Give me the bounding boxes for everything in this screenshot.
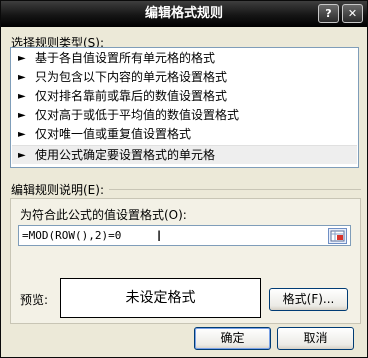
- rule-type-item-label: 基于各自值设置所有单元格的格式: [35, 51, 216, 65]
- triangle-right-icon: ►: [18, 72, 26, 83]
- cancel-button[interactable]: 取消: [277, 327, 354, 350]
- rule-type-item-selected[interactable]: ► 使用公式确定要设置格式的单元格: [12, 145, 357, 164]
- rule-type-item-label: 仅对高于或低于平均值的数值设置格式: [35, 108, 240, 122]
- rule-type-item[interactable]: ► 仅对唯一值或重复值设置格式: [12, 125, 357, 144]
- rule-type-item-label: 仅对排名靠前或靠后的数值设置格式: [35, 89, 228, 103]
- edit-format-rule-dialog: 编辑格式规则 ? ✕ 选择规则类型(S): ► 基于各自值设置所有单元格的格式 …: [0, 0, 368, 358]
- divider: [109, 189, 361, 190]
- triangle-right-icon: ►: [18, 53, 26, 64]
- title-bar: 编辑格式规则 ? ✕: [1, 1, 367, 27]
- rule-type-item[interactable]: ► 仅对排名靠前或靠后的数值设置格式: [12, 87, 357, 106]
- rule-type-item-label: 仅对唯一值或重复值设置格式: [35, 127, 192, 141]
- format-preview: 未设定格式: [60, 278, 261, 318]
- preview-label: 预览:: [20, 293, 49, 307]
- rule-type-list[interactable]: ► 基于各自值设置所有单元格的格式 ► 只为包含以下内容的单元格设置格式 ► 仅…: [10, 47, 359, 168]
- rule-type-item[interactable]: ► 基于各自值设置所有单元格的格式: [12, 49, 357, 68]
- text-cursor-icon: I: [157, 229, 162, 245]
- range-select-button[interactable]: [328, 228, 347, 244]
- formula-input[interactable]: =MOD(ROW(),2)=0: [18, 225, 351, 246]
- triangle-right-icon: ►: [18, 91, 26, 102]
- close-button[interactable]: ✕: [342, 4, 363, 23]
- triangle-right-icon: ►: [18, 150, 26, 161]
- triangle-right-icon: ►: [18, 129, 26, 140]
- range-select-icon: [330, 230, 345, 242]
- formula-label: 为符合此公式的值设置格式(O):: [20, 208, 187, 222]
- triangle-right-icon: ►: [18, 110, 26, 121]
- rule-type-item[interactable]: ► 只为包含以下内容的单元格设置格式: [12, 68, 357, 87]
- rule-type-item-label: 只为包含以下内容的单元格设置格式: [35, 70, 228, 84]
- rule-description-label: 编辑规则说明(E):: [11, 183, 104, 197]
- format-button[interactable]: 格式(F)...: [269, 288, 348, 311]
- rule-type-item-label: 使用公式确定要设置格式的单元格: [35, 148, 216, 162]
- help-button[interactable]: ?: [318, 4, 339, 23]
- rule-type-item[interactable]: ► 仅对高于或低于平均值的数值设置格式: [12, 106, 357, 125]
- dialog-title: 编辑格式规则: [144, 6, 223, 21]
- ok-button[interactable]: 确定: [194, 327, 271, 350]
